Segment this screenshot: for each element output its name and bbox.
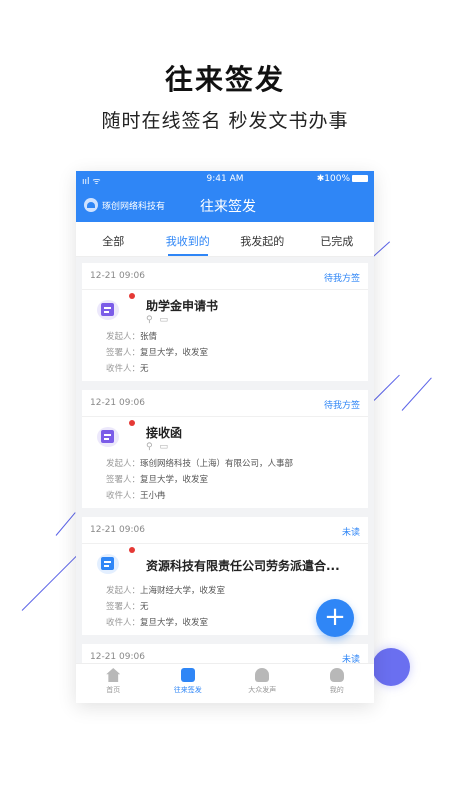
initiator-value: 琢创网络科技（上海）有限公司，人事部 — [140, 459, 294, 469]
receiver-label: 收件人： — [106, 364, 141, 374]
person-icon — [329, 668, 344, 682]
signer-value: 无 — [140, 602, 149, 612]
card-fields: 发起人：张倩 签署人：复旦大学，收发室 收件人：无 — [106, 329, 208, 377]
card-time: 12-21 09:06 — [90, 525, 145, 535]
card-time: 12-21 09:06 — [90, 652, 145, 662]
org-name[interactable]: 琢创网络科技有 — [102, 199, 165, 212]
status-bar: ııl ᯤ 9:41 AM ✱100% — [76, 171, 374, 188]
card-fields: 发起人：琢创网络科技（上海）有限公司，人事部 签署人：复旦大学，收发室 收件人：… — [106, 456, 293, 504]
org-logo-icon — [84, 198, 98, 212]
initiator-label: 发起人： — [106, 332, 141, 342]
card-status: 未读 — [341, 528, 360, 538]
tab-sent[interactable]: 我发起的 — [225, 222, 300, 256]
card-time: 12-21 09:06 — [90, 398, 145, 408]
unread-dot — [129, 293, 135, 299]
hero-subtitle: 随时在线签名 秒发文书办事 — [101, 110, 349, 132]
signer-label: 签署人： — [106, 602, 141, 612]
users-icon — [255, 668, 270, 682]
bottom-nav: 首页 往来签发 大众发声 我的 — [76, 663, 374, 703]
inbox-icon — [180, 668, 195, 682]
decoration-line — [373, 374, 400, 401]
home-icon — [106, 668, 121, 682]
hero-title: 往来签发 — [164, 63, 285, 96]
decoration-circle — [372, 648, 410, 686]
card-fields: 发起人：上海财经大学，收发室 签署人：无 收件人：复旦大学，收发室 — [106, 583, 225, 631]
initiator-label: 发起人： — [106, 459, 141, 469]
initiator-value: 张倩 — [140, 332, 158, 342]
battery-icon — [352, 175, 368, 182]
card-title: 资源科技有限责任公司劳务派遣合... — [146, 559, 340, 573]
receiver-value: 无 — [140, 364, 149, 374]
nav-title: 往来签发 — [200, 199, 256, 215]
tab-all[interactable]: 全部 — [76, 222, 151, 256]
receiver-value: 王小冉 — [140, 491, 166, 501]
attachment-comment-icons: ⚲ ▭ — [146, 315, 170, 325]
signer-value: 复旦大学，收发室 — [140, 348, 209, 358]
tab-completed[interactable]: 已完成 — [300, 222, 375, 256]
signer-value: 复旦大学，收发室 — [140, 475, 209, 485]
decoration-line — [21, 553, 79, 611]
card-title: 助学金申请书 — [146, 299, 219, 313]
nav-label: 大众发声 — [248, 686, 277, 694]
document-card[interactable]: 12-21 09:06 待我方签 助学金申请书 ⚲ ▭ 发起人：张倩 签署人：复… — [82, 263, 368, 381]
unread-dot — [129, 420, 135, 426]
nav-me[interactable]: 我的 — [300, 664, 375, 703]
nav-label: 往来签发 — [173, 686, 202, 694]
signer-label: 签署人： — [106, 348, 141, 358]
receiver-label: 收件人： — [106, 618, 141, 628]
document-card[interactable]: 12-21 09:06 待我方签 接收函 ⚲ ▭ 发起人：琢创网络科技（上海）有… — [82, 390, 368, 508]
nav-signing[interactable]: 往来签发 — [151, 664, 226, 703]
signer-label: 签署人： — [106, 475, 141, 485]
add-button[interactable]: + — [316, 599, 354, 637]
battery-level: ✱100% — [316, 174, 350, 184]
nav-bar: 琢创网络科技有 往来签发 — [76, 188, 374, 222]
nav-label: 首页 — [106, 686, 121, 694]
document-icon — [97, 427, 119, 447]
nav-label: 我的 — [329, 686, 344, 694]
receiver-value: 复旦大学，收发室 — [140, 618, 209, 628]
decoration-line — [55, 512, 76, 536]
card-time: 12-21 09:06 — [90, 271, 145, 281]
nav-public-voice[interactable]: 大众发声 — [225, 664, 300, 703]
card-status: 待我方签 — [323, 274, 360, 284]
tab-received[interactable]: 我收到的 — [151, 222, 226, 256]
document-icon — [97, 554, 119, 574]
unread-dot — [129, 547, 135, 553]
attachment-comment-icons: ⚲ ▭ — [146, 442, 170, 452]
phone-screen: ııl ᯤ 9:41 AM ✱100% 琢创网络科技有 往来签发 全部 我收到的… — [76, 171, 374, 703]
nav-home[interactable]: 首页 — [76, 664, 151, 703]
card-title: 接收函 — [146, 426, 183, 440]
card-status: 待我方签 — [323, 401, 360, 411]
initiator-label: 发起人： — [106, 586, 141, 596]
receiver-label: 收件人： — [106, 491, 141, 501]
initiator-value: 上海财经大学，收发室 — [140, 586, 226, 596]
battery-indicator: ✱100% — [317, 174, 368, 184]
tab-bar: 全部 我收到的 我发起的 已完成 — [76, 222, 374, 257]
document-icon — [97, 300, 119, 320]
decoration-line — [401, 377, 432, 411]
